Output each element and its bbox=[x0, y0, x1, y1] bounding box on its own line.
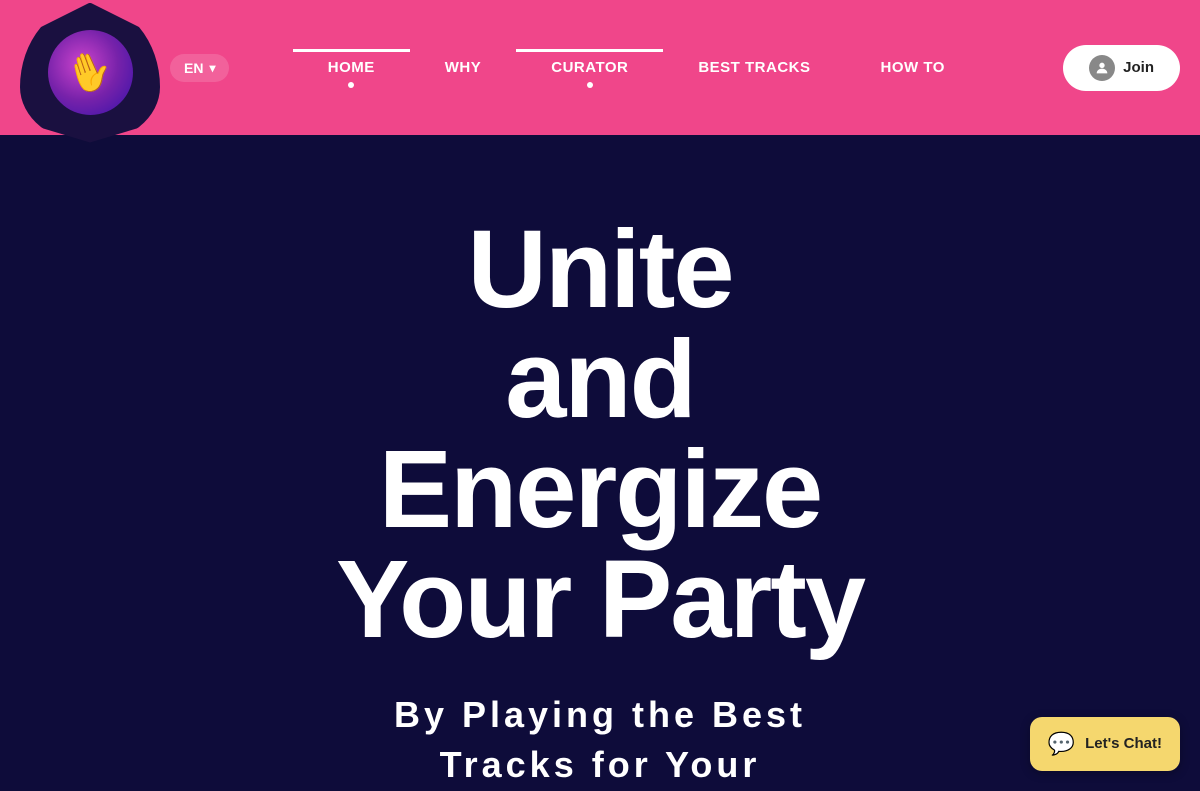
chat-icon: 💬 bbox=[1048, 731, 1075, 757]
nav-item-home[interactable]: HOME bbox=[293, 49, 410, 86]
language-selector[interactable]: EN ▾ bbox=[170, 54, 229, 82]
nav-item-curator[interactable]: CURATOR bbox=[516, 49, 663, 86]
logo[interactable]: ✋ bbox=[20, 3, 160, 143]
main-content: Unite and Energize Your Party By Playing… bbox=[0, 135, 1200, 791]
lang-label: EN bbox=[184, 60, 203, 76]
header: ✋ EN ▾ HOME WHY CURATOR BEST TRACKS HOW … bbox=[0, 0, 1200, 135]
hero-line3: Energize bbox=[379, 428, 821, 551]
user-icon bbox=[1089, 55, 1115, 81]
subtitle-line1: By Playing the Best bbox=[394, 694, 806, 735]
nav-item-why[interactable]: WHY bbox=[410, 49, 517, 86]
subtitle-line2: Tracks for Your bbox=[440, 744, 761, 785]
nav-item-best-tracks[interactable]: BEST TRACKS bbox=[663, 49, 845, 86]
hero-line1: Unite bbox=[468, 208, 733, 331]
hero-line4: Your Party bbox=[336, 538, 864, 661]
hero-subtitle: By Playing the Best Tracks for Your bbox=[394, 690, 806, 791]
join-label: Join bbox=[1123, 59, 1154, 76]
hero-title: Unite and Energize Your Party bbox=[336, 215, 864, 655]
chevron-down-icon: ▾ bbox=[209, 61, 215, 75]
hand-icon: ✋ bbox=[60, 44, 120, 102]
nav-item-how-to[interactable]: HOW TO bbox=[846, 49, 980, 86]
chat-widget[interactable]: 💬 Let's Chat! bbox=[1030, 717, 1180, 771]
main-nav: HOME WHY CURATOR BEST TRACKS HOW TO bbox=[293, 49, 980, 86]
join-button[interactable]: Join bbox=[1063, 45, 1180, 91]
hero-line2: and bbox=[505, 318, 695, 441]
logo-inner: ✋ bbox=[48, 30, 133, 115]
